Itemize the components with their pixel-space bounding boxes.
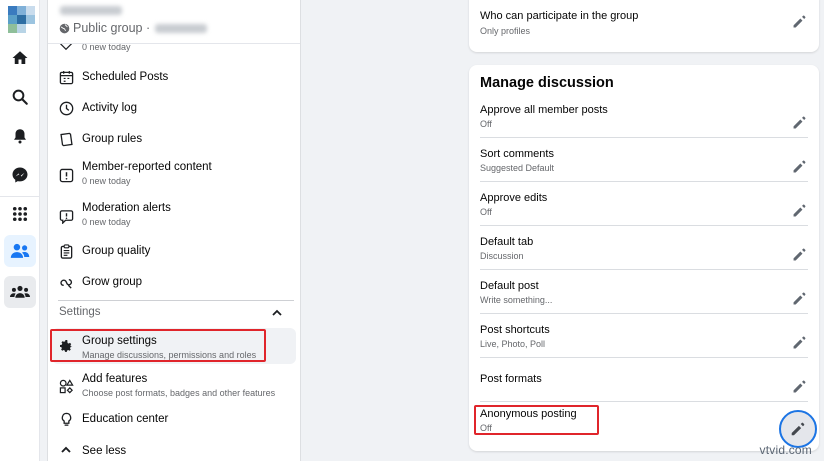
sidebar-item-label: Activity log — [82, 102, 137, 114]
setting-row-post-shortcuts[interactable]: Post shortcuts Live, Photo, Poll — [480, 320, 808, 364]
book-icon — [58, 131, 74, 147]
settings-section-label: Settings — [59, 306, 101, 318]
sidebar-item-member-reported[interactable]: Member-reported content 0 new today — [48, 158, 300, 190]
sidebar-item-label: Scheduled Posts — [82, 71, 169, 83]
sidebar-item-scheduled-posts[interactable]: Scheduled Posts — [48, 66, 300, 88]
pencil-icon[interactable] — [790, 201, 808, 219]
sidebar-item-education-center[interactable]: Education center — [48, 408, 300, 430]
row-divider — [480, 313, 808, 314]
group-admin-sidebar: Public group · 0 new today Scheduled Pos… — [47, 0, 301, 461]
sidebar-item-label: Moderation alerts — [82, 202, 171, 214]
setting-value: Live, Photo, Poll — [480, 339, 546, 349]
rail-divider — [0, 196, 40, 197]
pencil-icon[interactable] — [790, 333, 808, 351]
setting-value: Discussion — [480, 251, 524, 261]
setting-value: Suggested Default — [480, 163, 555, 173]
group-privacy-label: Public group · — [73, 21, 151, 35]
highlight-group-settings — [50, 329, 266, 362]
setting-label: Default tab — [480, 236, 534, 248]
lightbulb-icon — [58, 411, 74, 427]
sidebar-item-label: See less — [82, 445, 127, 457]
messenger-icon[interactable] — [4, 159, 36, 191]
setting-row-approve-posts[interactable]: Approve all member posts Off — [480, 100, 808, 144]
group-privacy: Public group · — [59, 21, 208, 35]
row-divider — [480, 181, 808, 182]
sidebar-item-sub: 0 new today — [82, 176, 131, 186]
sidebar-item-label: Add features — [82, 373, 148, 385]
pencil-icon[interactable] — [790, 245, 808, 263]
highlight-anonymous-posting — [474, 405, 599, 435]
group-header: Public group · — [48, 0, 300, 44]
community-icon[interactable] — [4, 276, 36, 308]
setting-row-sort-comments[interactable]: Sort comments Suggested Default — [480, 144, 808, 188]
chevron-up-icon[interactable] — [271, 306, 283, 318]
blurred-member-count — [155, 23, 208, 33]
setting-label: Default post — [480, 280, 539, 292]
shapes-icon — [58, 378, 74, 394]
setting-row-post-formats[interactable]: Post formats — [480, 364, 808, 408]
sidebar-item-see-less[interactable]: See less — [48, 439, 300, 461]
logo-icon[interactable] — [8, 6, 35, 33]
bell-icon[interactable] — [4, 120, 36, 152]
setting-row-participation[interactable]: Who can participate in the group Only pr… — [480, 6, 808, 50]
clipboard-icon — [58, 243, 74, 259]
apps-grid-icon[interactable] — [4, 198, 36, 230]
sidebar-item-label: Group quality — [82, 245, 151, 257]
search-icon[interactable] — [4, 81, 36, 113]
card-title: Manage discussion — [480, 75, 614, 91]
setting-row-approve-edits[interactable]: Approve edits Off — [480, 188, 808, 232]
watermark: vtvid.com — [759, 443, 812, 457]
row-divider — [480, 225, 808, 226]
row-divider — [480, 269, 808, 270]
pencil-icon[interactable] — [790, 157, 808, 175]
calendar-icon — [58, 69, 74, 85]
row-divider — [480, 137, 808, 138]
manage-discussion-card: Manage discussion Approve all member pos… — [469, 65, 819, 451]
setting-label: Who can participate in the group — [480, 10, 639, 22]
pencil-icon[interactable] — [790, 289, 808, 307]
pencil-icon[interactable] — [790, 377, 808, 395]
sidebar-item-group-quality[interactable]: Group quality — [48, 240, 300, 262]
participation-card: Who can participate in the group Only pr… — [469, 0, 819, 52]
row-divider — [480, 357, 808, 358]
setting-label: Post formats — [480, 373, 542, 385]
groups-icon[interactable] — [4, 235, 36, 267]
setting-value: Only profiles — [480, 26, 531, 36]
setting-label: Sort comments — [480, 148, 554, 160]
setting-row-default-tab[interactable]: Default tab Discussion — [480, 232, 808, 276]
setting-label: Approve edits — [480, 192, 548, 204]
sidebar-divider — [58, 300, 294, 301]
pencil-icon[interactable] — [790, 113, 808, 131]
alert-icon — [58, 167, 74, 183]
sidebar-item-label: Education center — [82, 413, 169, 425]
setting-value: Off — [480, 119, 492, 129]
blurred-group-name — [60, 6, 122, 15]
row-divider — [480, 401, 808, 402]
globe-icon — [59, 23, 70, 33]
sidebar-item-activity-log[interactable]: Activity log — [48, 97, 300, 119]
sidebar-item-group-rules[interactable]: Group rules — [48, 128, 300, 150]
sidebar-item-sub: Choose post formats, badges and other fe… — [82, 388, 276, 398]
settings-section-header: Settings — [59, 306, 101, 318]
sidebar-item-add-features[interactable]: Add features Choose post formats, badges… — [48, 370, 300, 402]
setting-row-default-post[interactable]: Default post Write something... — [480, 276, 808, 320]
sidebar-item-sub: 0 new today — [82, 217, 131, 227]
setting-label: Approve all member posts — [480, 104, 608, 116]
growth-icon — [58, 274, 74, 290]
setting-value: Write something... — [480, 295, 553, 305]
pencil-icon[interactable] — [790, 12, 808, 30]
setting-value: Off — [480, 207, 492, 217]
clock-icon — [58, 100, 74, 116]
sidebar-item-label: Grow group — [82, 276, 143, 288]
sidebar-item-moderation-alerts[interactable]: Moderation alerts 0 new today — [48, 199, 300, 231]
sidebar-item-label: Group rules — [82, 133, 143, 145]
setting-label: Post shortcuts — [480, 324, 550, 336]
sidebar-item-label: Member-reported content — [82, 161, 212, 173]
warning-bubble-icon — [58, 208, 74, 224]
sidebar-item-grow-group[interactable]: Grow group — [48, 271, 300, 293]
chevron-up-icon — [58, 442, 74, 458]
left-rail — [0, 0, 40, 461]
home-icon[interactable] — [4, 42, 36, 74]
